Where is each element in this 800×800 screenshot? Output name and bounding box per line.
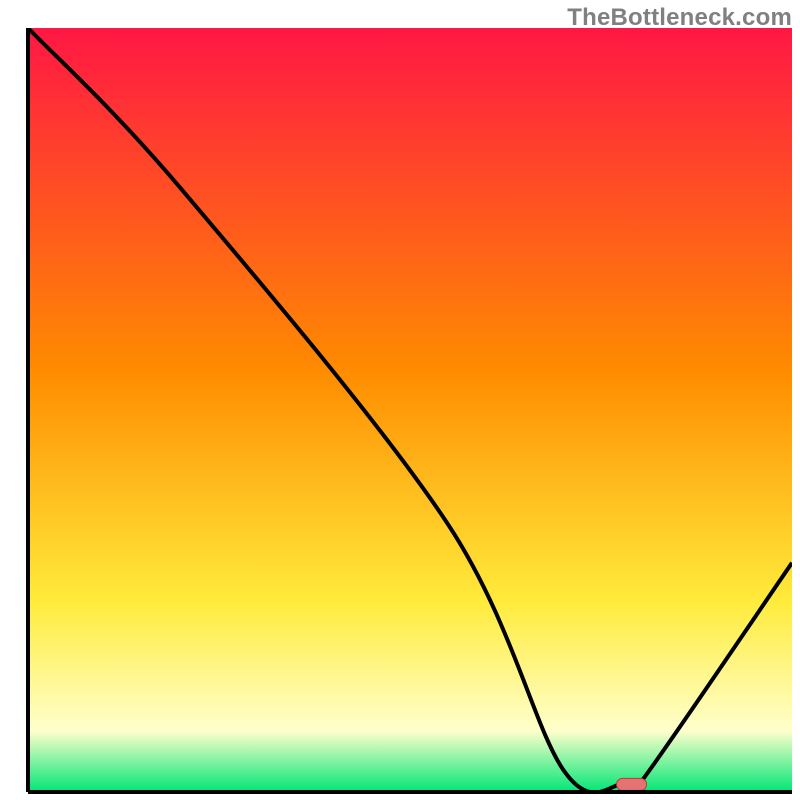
- watermark-text: TheBottleneck.com: [567, 4, 792, 32]
- optimal-marker: [617, 778, 647, 790]
- bottleneck-chart: [0, 0, 800, 800]
